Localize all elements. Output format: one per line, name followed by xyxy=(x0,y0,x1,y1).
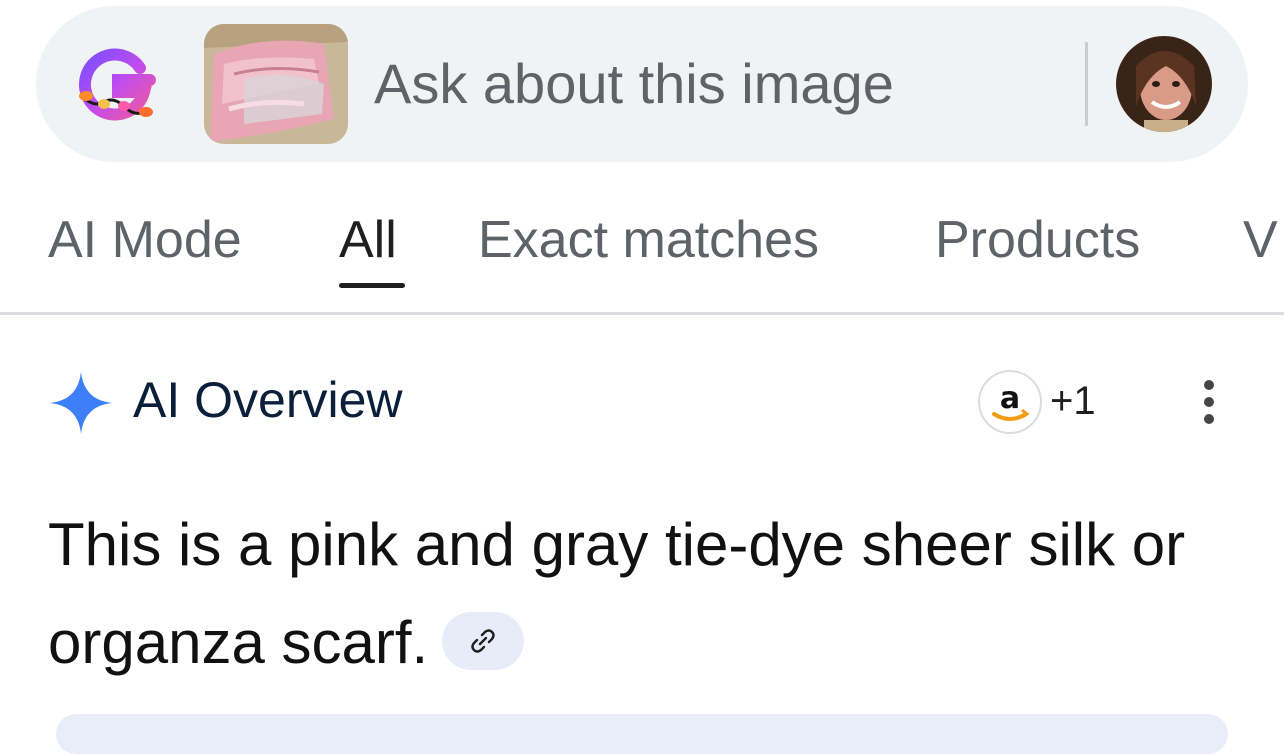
ai-overview-sentence: This is a pink and gray tie-dye sheer si… xyxy=(48,511,1186,676)
active-tab-indicator xyxy=(339,283,405,288)
tabs-divider xyxy=(0,312,1284,315)
ai-overview-text: This is a pink and gray tie-dye sheer si… xyxy=(48,496,1248,692)
ai-overview-title: AI Overview xyxy=(133,372,403,428)
tab-ai-mode[interactable]: AI Mode xyxy=(48,210,242,270)
source-link-chip[interactable] xyxy=(442,612,525,671)
account-avatar[interactable] xyxy=(1116,36,1212,132)
tab-videos-partial[interactable]: V xyxy=(1243,210,1278,270)
tab-all[interactable]: All xyxy=(339,210,397,270)
link-icon xyxy=(471,629,495,653)
svg-text:a: a xyxy=(1000,381,1020,416)
tab-products[interactable]: Products xyxy=(935,210,1140,270)
next-card xyxy=(56,714,1228,754)
amazon-icon[interactable]: a xyxy=(978,370,1042,434)
search-input[interactable]: Ask about this image xyxy=(374,52,894,116)
query-image-thumbnail[interactable] xyxy=(204,24,348,144)
search-tabs: AI Mode All Exact matches Products V xyxy=(0,200,1284,312)
google-lens-logo-icon[interactable] xyxy=(74,46,158,126)
tab-exact-matches[interactable]: Exact matches xyxy=(478,210,819,270)
ai-sparkle-icon xyxy=(50,372,112,434)
more-options-icon[interactable] xyxy=(1198,380,1220,426)
source-count[interactable]: +1 xyxy=(1050,376,1096,426)
search-divider xyxy=(1085,42,1088,126)
